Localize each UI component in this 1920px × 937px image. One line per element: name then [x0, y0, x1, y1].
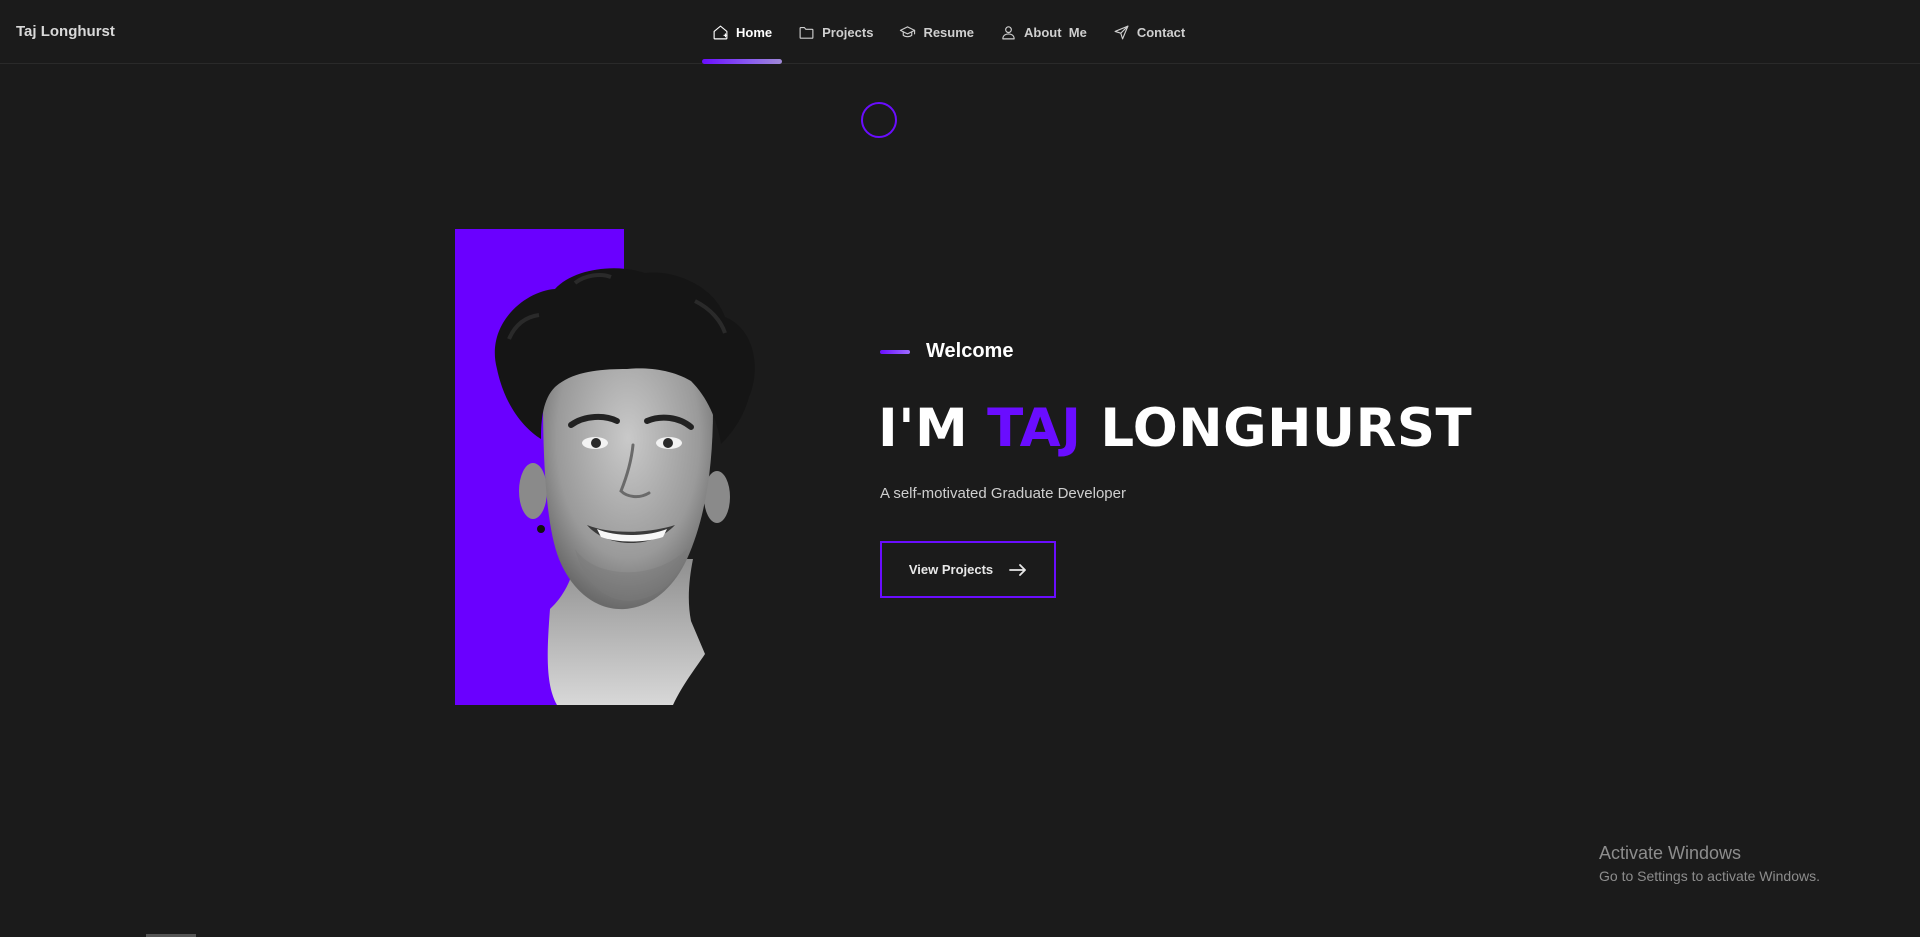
nav-item-label: About Me [1024, 24, 1087, 40]
top-navbar: Taj Longhurst Home Projects Resume About… [0, 0, 1920, 64]
hero-title-prefix: I'M [878, 398, 988, 459]
nav-item-resume[interactable]: Resume [889, 0, 984, 64]
watermark-title: Activate Windows [1599, 843, 1742, 863]
windows-activation-watermark: Activate Windows Go to Settings to activ… [1599, 843, 1820, 884]
welcome-row: Welcome [880, 340, 1013, 363]
nav-item-label: Contact [1136, 24, 1186, 40]
nav-item-label: Resume [923, 24, 975, 40]
main-nav: Home Projects Resume About Me Contact [702, 0, 1201, 64]
view-projects-label: View Projects [908, 562, 994, 577]
nav-item-label: Home [736, 24, 773, 40]
nav-item-home[interactable]: Home [702, 0, 783, 64]
hero-title-suffix: LONGHURST [1081, 398, 1473, 459]
arrow-right-icon [1009, 563, 1027, 576]
welcome-accent-line [880, 349, 910, 354]
welcome-text: Welcome [926, 340, 1014, 362]
nav-item-label: Projects [822, 24, 874, 40]
watermark-subtitle: Go to Settings to activate Windows. [1599, 868, 1820, 884]
send-icon [1114, 25, 1129, 39]
graduation-cap-icon [900, 25, 916, 37]
home-icon [713, 25, 728, 39]
portrait-photo [494, 268, 755, 705]
profile-portrait [455, 229, 765, 705]
hero-title-highlight: TAJ [987, 398, 1082, 459]
portfolio-page: Taj Longhurst Home Projects Resume About… [0, 0, 1920, 937]
nav-item-projects[interactable]: Projects [788, 0, 883, 64]
folder-icon [799, 26, 814, 39]
cursor-ring [861, 102, 897, 138]
active-nav-indicator [702, 59, 783, 64]
nav-item-about-me[interactable]: About Me [990, 0, 1097, 64]
view-projects-button[interactable]: View Projects [880, 541, 1056, 598]
user-icon [1002, 25, 1015, 39]
hero-title: I'M TAJ LONGHURST [878, 398, 1472, 459]
nav-item-contact[interactable]: Contact [1103, 0, 1195, 64]
hero-subtitle: A self-motivated Graduate Developer [880, 485, 1126, 502]
brand-name[interactable]: Taj Longhurst [16, 23, 115, 40]
